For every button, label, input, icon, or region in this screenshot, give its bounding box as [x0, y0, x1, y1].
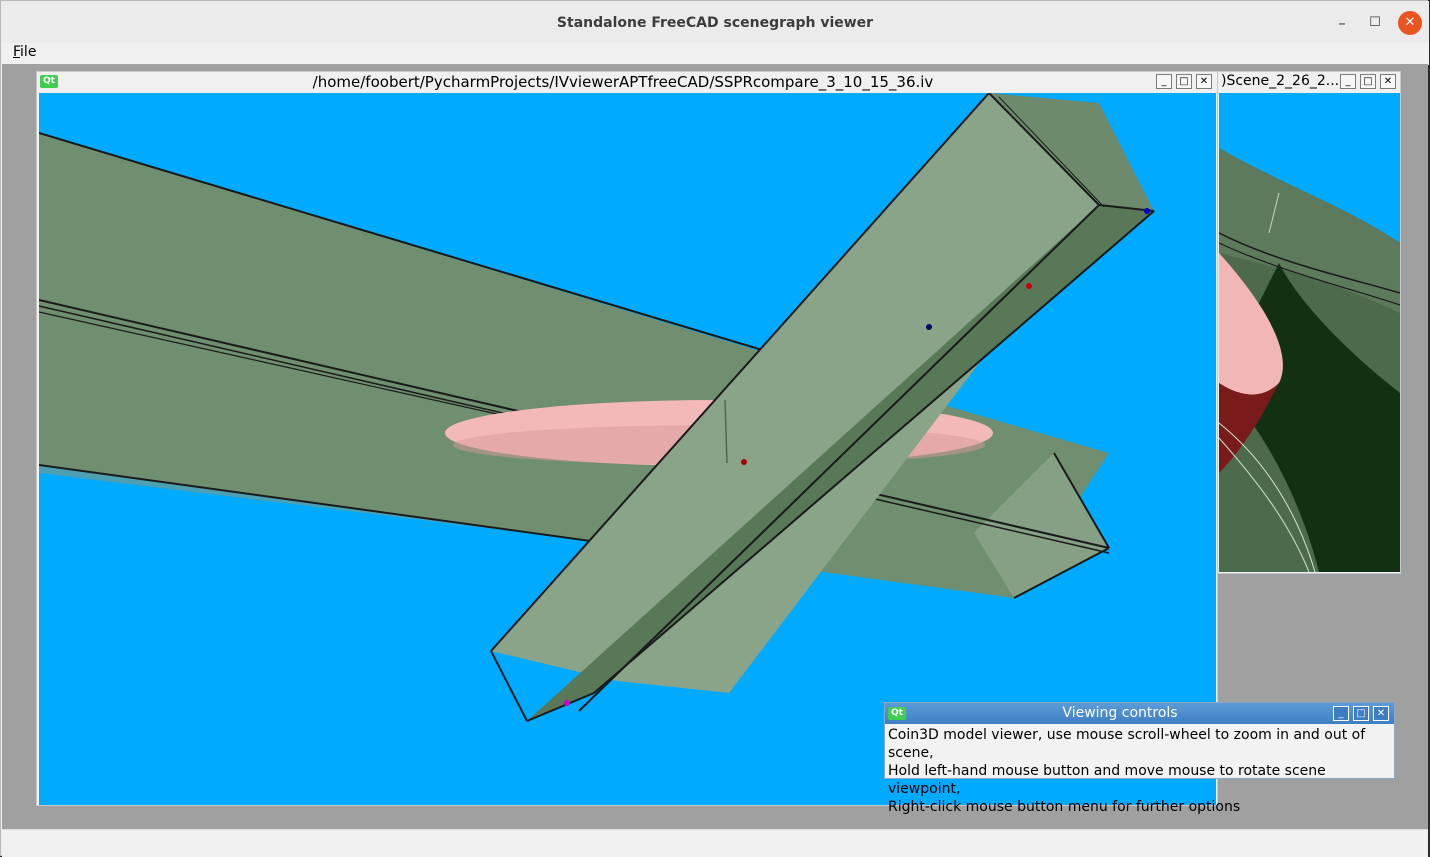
viewport-back[interactable]: [1219, 93, 1400, 572]
qt-logo-icon: Qt: [40, 75, 58, 88]
coin3d-viewport[interactable]: [39, 93, 1216, 805]
close-icon[interactable]: ✕: [1380, 74, 1396, 89]
maximize-icon[interactable]: ☐: [1363, 11, 1387, 35]
viewing-controls-window[interactable]: Qt Viewing controls _ □ ✕ Coin3D model v…: [884, 702, 1395, 815]
instruction-line: Coin3D model viewer, use mouse scroll-wh…: [888, 727, 1366, 761]
subwindow-back-title: )Scene_2_26_2...: [1221, 73, 1339, 89]
minimize-icon[interactable]: _: [1340, 74, 1356, 89]
instruction-line: Right-click mouse button menu for furthe…: [888, 799, 1241, 815]
minimize-icon[interactable]: –: [1330, 11, 1354, 35]
viewing-controls-title: Viewing controls: [1062, 705, 1178, 721]
subwindow-main-title: /home/foobert/PycharmProjects/IVviewerAP…: [312, 73, 934, 91]
instruction-line: Hold left-hand mouse button and move mou…: [888, 763, 1326, 797]
close-icon[interactable]: ✕: [1398, 11, 1422, 35]
menu-file-mnemonic: F: [13, 44, 21, 60]
minimize-icon[interactable]: _: [1333, 706, 1349, 721]
scene-graph-render: [39, 93, 1155, 722]
maximize-icon[interactable]: □: [1353, 706, 1369, 721]
close-icon[interactable]: ✕: [1373, 706, 1389, 721]
menu-bar: [1, 43, 1429, 65]
main-window: Standalone FreeCAD scenegraph viewer – ☐…: [0, 0, 1429, 857]
subwindow-main[interactable]: Qt /home/foobert/PycharmProjects/IVviewe…: [36, 71, 1218, 806]
close-icon[interactable]: ✕: [1196, 74, 1212, 89]
status-bar: [2, 829, 1428, 857]
app-title: Standalone FreeCAD scenegraph viewer: [556, 15, 874, 31]
maximize-icon[interactable]: □: [1176, 74, 1192, 89]
menu-file[interactable]: File: [13, 44, 36, 60]
subwindow-back[interactable]: )Scene_2_26_2... _ □ ✕: [1214, 71, 1401, 574]
minimize-icon[interactable]: _: [1156, 74, 1172, 89]
menu-file-label: ile: [20, 44, 37, 60]
viewing-controls-text: Coin3D model viewer, use mouse scroll-wh…: [888, 726, 1394, 816]
maximize-icon[interactable]: □: [1360, 74, 1376, 89]
